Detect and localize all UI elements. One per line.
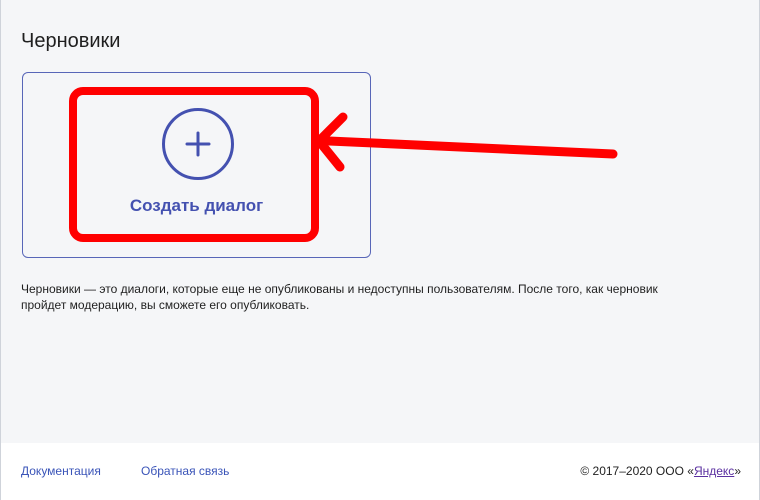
drafts-description: Черновики — это диалоги, которые еще не …: [21, 282, 658, 312]
copyright-suffix: »: [734, 464, 741, 478]
plus-icon: [162, 108, 234, 180]
page-title: Черновики: [21, 30, 121, 52]
footer: Документация Обратная связь © 2017–2020 …: [1, 443, 759, 500]
footer-link-yandex[interactable]: Яндекс: [694, 464, 734, 478]
create-dialog-label: Создать диалог: [129, 196, 264, 215]
footer-link-documentation[interactable]: Документация: [21, 464, 101, 478]
page-frame: Черновики Создать диалог Черновики — это…: [0, 0, 760, 500]
copyright: © 2017–2020 ООО «Яндекс»: [580, 464, 741, 478]
copyright-prefix: © 2017–2020 ООО «: [580, 464, 694, 478]
annotation-arrow-shaft: [324, 136, 618, 159]
create-dialog-button[interactable]: Создать диалог: [22, 72, 371, 258]
footer-link-feedback[interactable]: Обратная связь: [141, 464, 229, 478]
